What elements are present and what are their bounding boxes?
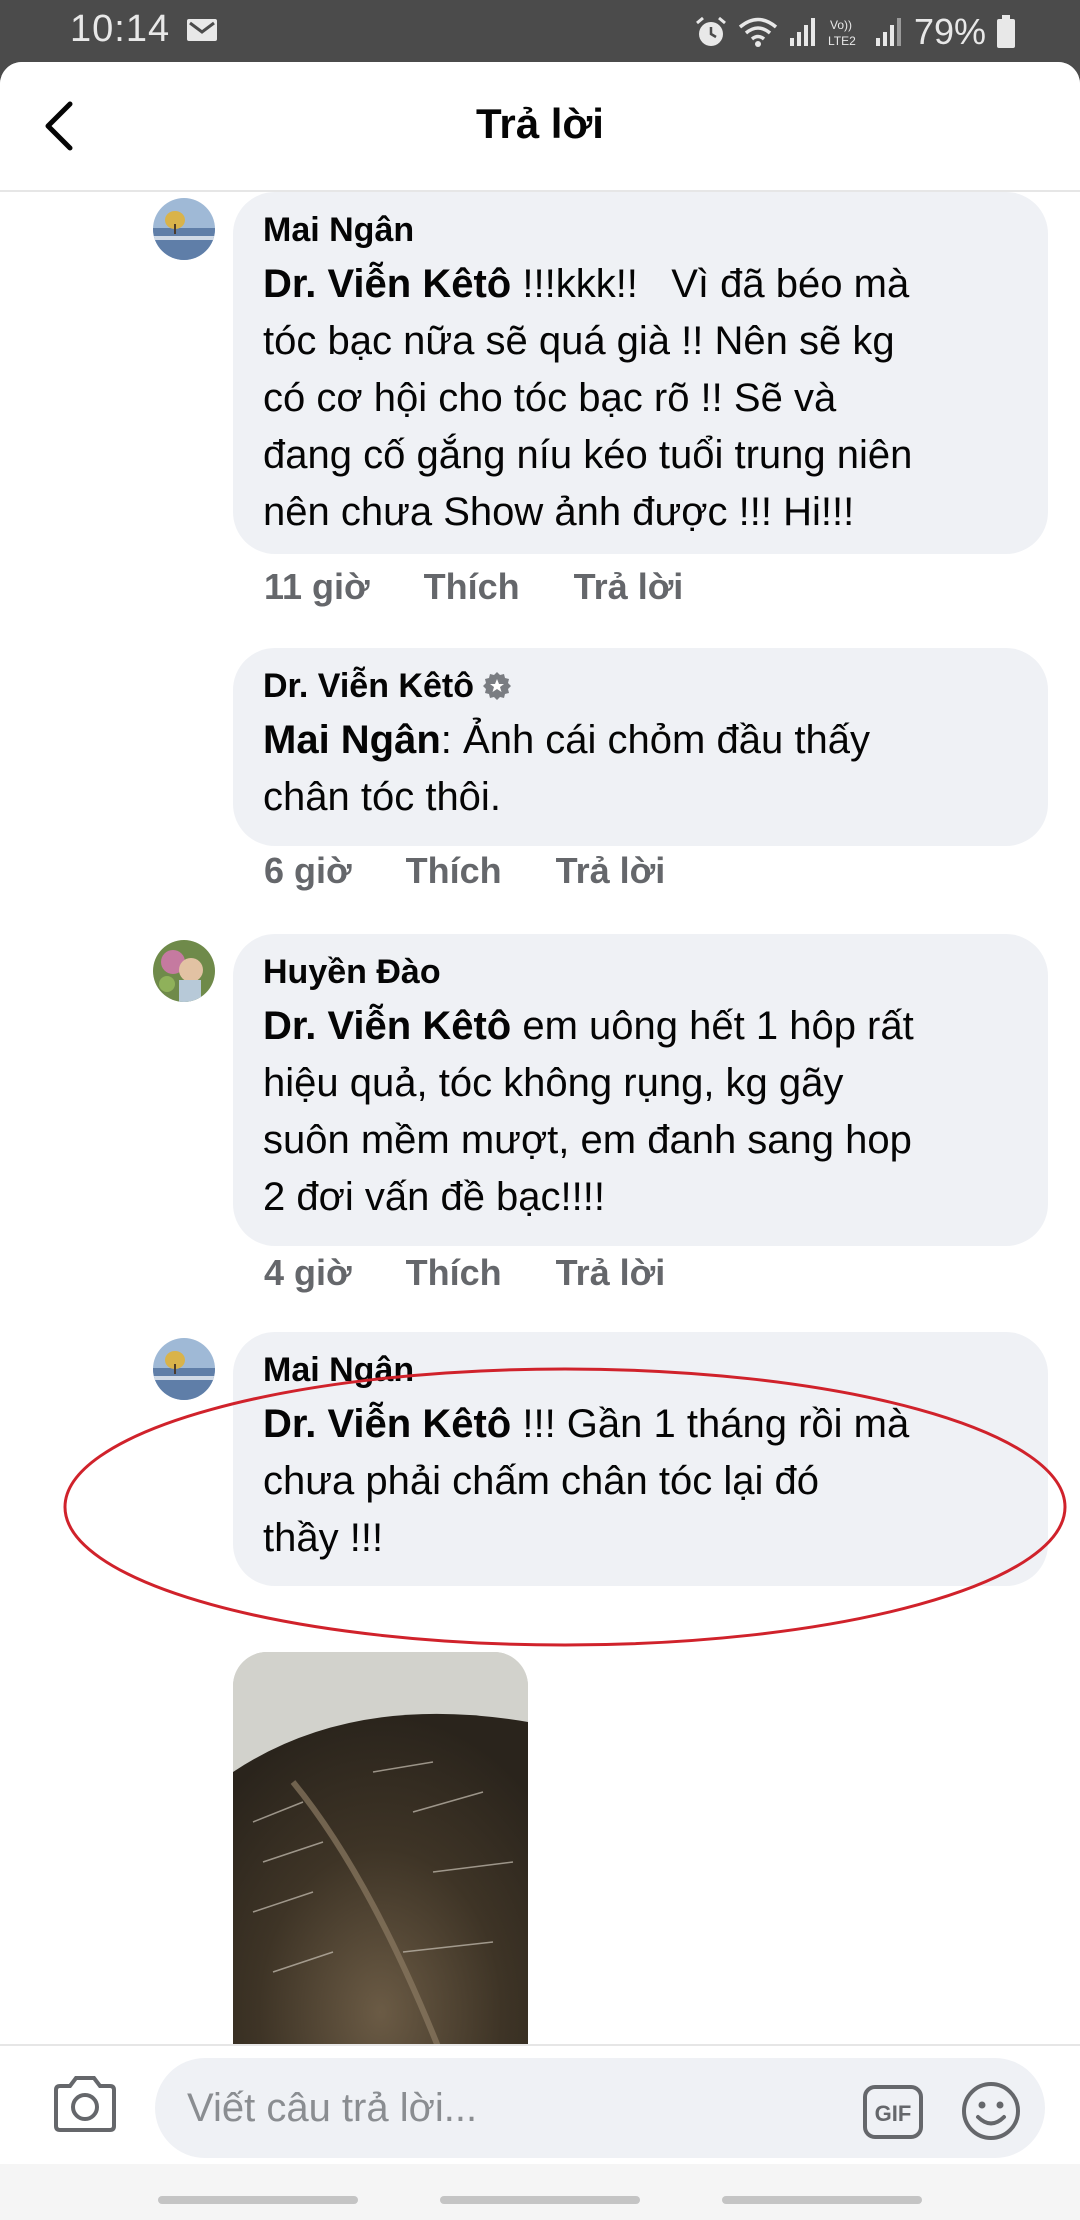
comment-thread: Mai Ngân Dr. Viễn Kêtô !!!kkk!! Vì đã bé… bbox=[0, 192, 1080, 2104]
camera-button[interactable] bbox=[52, 2074, 118, 2134]
comment-text: Dr. Viễn Kêtô !!!kkk!! Vì đã béo mà tóc … bbox=[263, 262, 913, 534]
comment-time: 11 giờ bbox=[264, 566, 370, 607]
alarm-icon bbox=[695, 16, 726, 46]
emoji-button[interactable] bbox=[960, 2080, 1022, 2142]
status-time: 10:14 bbox=[70, 8, 171, 50]
mention-link[interactable]: Dr. Viễn Kêtô bbox=[263, 262, 511, 306]
comment-author[interactable]: Huyền Đào bbox=[263, 950, 1018, 994]
nav-home[interactable] bbox=[440, 2196, 640, 2204]
mention-link[interactable]: Dr. Viễn Kêtô bbox=[263, 1402, 511, 1446]
comment-author[interactable]: Mai Ngân bbox=[263, 1348, 1018, 1392]
volte-icon: Vo)) LTE2 bbox=[828, 18, 856, 48]
status-bar: 10:14 Vo)) LTE2 79% bbox=[0, 0, 1080, 62]
avatar-image bbox=[153, 198, 215, 260]
battery-percent: 79% bbox=[913, 11, 986, 52]
comment-time: 6 giờ bbox=[264, 850, 352, 891]
verified-badge-icon bbox=[483, 672, 511, 700]
page-title: Trả lời bbox=[476, 100, 604, 147]
avatar-image bbox=[153, 1338, 215, 1400]
like-button[interactable]: Thích bbox=[406, 1252, 502, 1294]
like-button[interactable]: Thích bbox=[406, 850, 502, 892]
system-nav-bar bbox=[0, 2164, 1080, 2220]
reply-button[interactable]: Trả lời bbox=[574, 566, 684, 608]
gif-icon: GIF bbox=[863, 2085, 923, 2139]
avatar[interactable] bbox=[153, 1338, 215, 1400]
gif-button[interactable]: GIF bbox=[862, 2084, 924, 2140]
reply-button[interactable]: Trả lời bbox=[556, 1252, 666, 1294]
header: Trả lời bbox=[0, 62, 1080, 192]
reply-sheet: Trả lời Mai Ngân Dr. Viễn Kêtô !!!kkk!! … bbox=[0, 62, 1080, 2220]
signal-2-icon bbox=[875, 18, 901, 46]
reply-button[interactable]: Trả lời bbox=[556, 850, 666, 892]
like-button[interactable]: Thích bbox=[424, 566, 520, 608]
status-icons: Vo)) LTE2 79% bbox=[694, 10, 1016, 54]
comment-bubble[interactable]: Mai Ngân Dr. Viễn Kêtô !!!kkk!! Vì đã bé… bbox=[233, 192, 1048, 554]
avatar-image bbox=[153, 940, 215, 1002]
mention-link[interactable]: Mai Ngân bbox=[263, 718, 441, 762]
svg-text:Vo)): Vo)) bbox=[830, 18, 852, 32]
comment-text: Dr. Viễn Kêtô !!! Gần 1 tháng rồi mà chư… bbox=[263, 1402, 910, 1560]
comment-bubble[interactable]: Huyền Đào Dr. Viễn Kêtô em uông hết 1 hô… bbox=[233, 934, 1048, 1246]
signal-1-icon bbox=[789, 18, 815, 46]
hair-photo-image bbox=[233, 1652, 528, 2104]
comment-actions: 6 giờ Thích Trả lời bbox=[264, 850, 665, 892]
comment-text: Dr. Viễn Kêtô em uông hết 1 hôp rất hiệu… bbox=[263, 1004, 914, 1219]
attached-photo[interactable] bbox=[233, 1652, 528, 2104]
gif-label: GIF bbox=[875, 2101, 912, 2126]
svg-text:LTE2: LTE2 bbox=[828, 34, 856, 48]
comment-text: Mai Ngân: Ảnh cái chỏm đầu thấy chân tóc… bbox=[263, 718, 870, 819]
wifi-icon bbox=[738, 17, 778, 47]
comment-author[interactable]: Dr. Viễn Kêtô bbox=[263, 664, 1018, 708]
emoji-icon bbox=[962, 2082, 1020, 2140]
avatar[interactable] bbox=[153, 198, 215, 260]
camera-icon bbox=[54, 2076, 116, 2132]
battery-icon bbox=[997, 15, 1015, 48]
avatar[interactable] bbox=[153, 940, 215, 1002]
nav-recents[interactable] bbox=[158, 2196, 358, 2204]
reply-composer: GIF bbox=[0, 2044, 1080, 2166]
mail-icon bbox=[187, 19, 217, 41]
comment-author[interactable]: Mai Ngân bbox=[263, 208, 1018, 252]
nav-back[interactable] bbox=[722, 2196, 922, 2204]
comment-bubble[interactable]: Mai Ngân Dr. Viễn Kêtô !!! Gần 1 tháng r… bbox=[233, 1332, 1048, 1586]
comment-actions: 4 giờ Thích Trả lời bbox=[264, 1252, 665, 1294]
comment-time: 4 giờ bbox=[264, 1252, 352, 1293]
comment-actions: 11 giờ Thích Trả lời bbox=[264, 566, 683, 608]
comment-bubble[interactable]: Dr. Viễn Kêtô Mai Ngân: Ảnh cái chỏm đầu… bbox=[233, 648, 1048, 846]
mention-link[interactable]: Dr. Viễn Kêtô bbox=[263, 1004, 511, 1048]
